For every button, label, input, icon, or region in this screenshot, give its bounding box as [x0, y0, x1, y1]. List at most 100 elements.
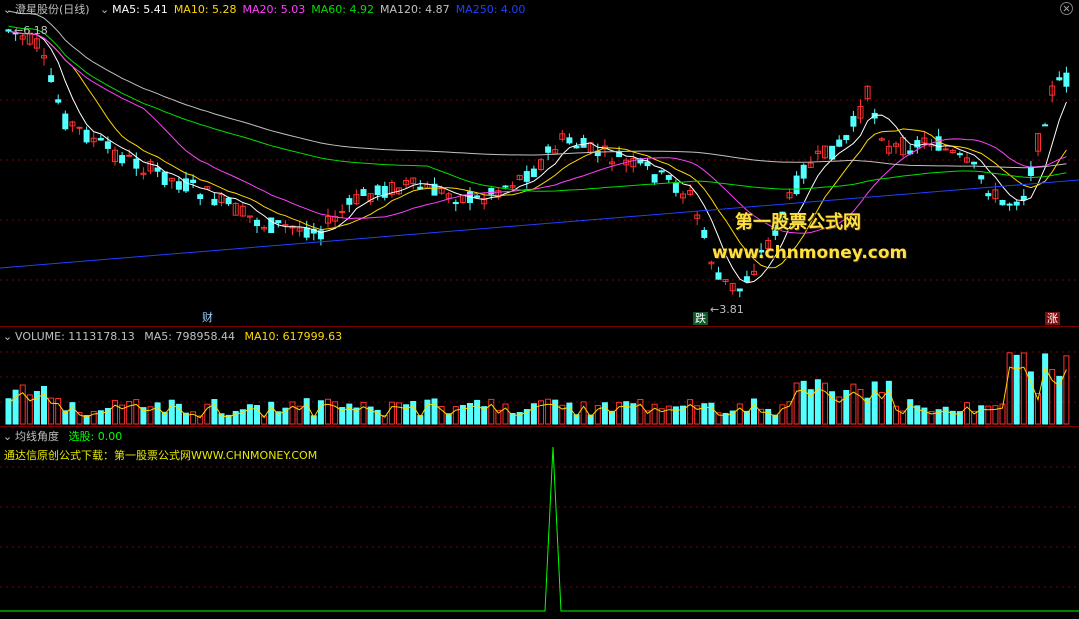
volume-ma10: MA10: 617999.63 [244, 330, 343, 343]
candle [374, 184, 381, 201]
volume-bar [19, 384, 26, 425]
volume-bar [871, 381, 878, 425]
candle [62, 110, 69, 131]
volume-bar [885, 380, 892, 425]
candle [545, 144, 552, 161]
ma250-line [0, 179, 1079, 269]
candle [516, 174, 523, 181]
chevron-down-icon[interactable]: ⌄ [2, 330, 13, 343]
chevron-down-icon[interactable]: ⌄ [2, 3, 13, 16]
volume-bar [616, 401, 623, 425]
candle [83, 126, 90, 144]
volume-bar [388, 401, 395, 425]
candle [701, 227, 708, 240]
limit-up-badge[interactable]: 涨 [1045, 312, 1060, 325]
candle [694, 211, 701, 226]
candle [388, 179, 395, 198]
indicator-legend: ⌄ 均线角度 选股: 0.00 [2, 430, 128, 443]
indicator-panel[interactable]: ⌄ 均线角度 选股: 0.00 通达信原创公式下载：第一股票公式网WWW.CHNM… [0, 427, 1079, 619]
candle [55, 94, 62, 105]
candle [559, 129, 566, 142]
volume-bar [452, 406, 459, 425]
volume-bar [687, 399, 694, 425]
candle [743, 270, 750, 283]
volume-panel[interactable]: ⌄ VOLUME: 1113178.13 MA5: 798958.44 MA10:… [0, 327, 1079, 427]
limit-down-badge[interactable]: 跌 [693, 312, 708, 325]
price-chart-panel[interactable]: ⌄ 澄星股份(日线) ⌄ MA5: 5.41 MA10: 5.28 MA20: 5.03… [0, 0, 1079, 327]
candle [175, 177, 182, 193]
volume-bar [672, 406, 679, 425]
ma-legend-item: MA10: 5.28 [173, 3, 237, 16]
candle [76, 126, 83, 135]
indicator-title: 均线角度 [15, 430, 59, 443]
candle [360, 187, 367, 196]
volume-bar [325, 398, 331, 425]
candle [1006, 202, 1013, 211]
volume-bar [538, 400, 544, 425]
candle [381, 181, 388, 201]
candle [310, 223, 317, 241]
volume-legend: ⌄ VOLUME: 1113178.13 MA5: 798958.44 MA10:… [2, 330, 348, 343]
candle [353, 189, 360, 206]
volume-bar [665, 405, 672, 425]
volume-bar [651, 403, 658, 425]
candle [90, 132, 97, 148]
candle [751, 263, 757, 277]
watermark-title: 第一股票公式网 [735, 212, 861, 233]
volume-bar [552, 399, 559, 425]
volume-bar [1056, 375, 1063, 425]
ma-legend-item: MA5: 5.41 [112, 3, 168, 16]
candle [296, 220, 303, 237]
volume-bar [566, 402, 573, 425]
candle [736, 288, 743, 298]
finance-badge[interactable]: 财 [200, 311, 215, 324]
candle [254, 217, 260, 233]
candle [403, 177, 410, 189]
low-price-label: ←3.81 [710, 303, 744, 316]
candle [971, 161, 978, 169]
volume-bar [346, 403, 353, 425]
volume-bar [580, 401, 587, 425]
volume-bar [502, 403, 509, 425]
volume-bar [907, 399, 914, 425]
candle [999, 199, 1006, 206]
ma-legend-item: MA20: 5.03 [242, 3, 306, 16]
chevron-down-icon[interactable]: ⌄ [99, 3, 110, 16]
volume-bar [69, 402, 76, 425]
candle [119, 151, 126, 167]
volume-bar [850, 383, 857, 425]
candle [33, 34, 40, 52]
candle [495, 188, 502, 200]
volume-bar [424, 399, 431, 425]
volume-bar [857, 388, 864, 425]
candle [829, 145, 836, 160]
ma-legend-values: MA5: 5.41 MA10: 5.28 MA20: 5.03 MA60: 4.92 M… [112, 3, 531, 16]
candle [623, 157, 630, 173]
volume-bar [303, 398, 310, 425]
candle [1049, 80, 1056, 103]
ma-legend-item: MA250: 4.00 [455, 3, 526, 16]
candle [452, 199, 459, 212]
volume-bar [800, 380, 807, 425]
close-icon[interactable] [1060, 2, 1073, 15]
watermark-url: www.chnmoney.com [712, 243, 908, 263]
candle [41, 48, 47, 66]
volume-bar [701, 403, 708, 425]
volume-bar [140, 407, 147, 425]
volume-bar [751, 398, 757, 425]
volume-bar [289, 401, 296, 425]
chevron-down-icon[interactable]: ⌄ [2, 430, 13, 443]
ma-line [8, 10, 1067, 169]
volume-bar [814, 379, 821, 425]
candle [1020, 189, 1027, 206]
candle [878, 136, 885, 142]
download-note: 通达信原创公式下载：第一股票公式网WWW.CHNMONEY.COM [4, 449, 318, 462]
candle [140, 167, 147, 180]
candle [523, 165, 530, 189]
candle [1042, 122, 1049, 127]
volume-bar [1013, 354, 1020, 425]
volume-bar [459, 404, 466, 425]
volume-bar [474, 399, 481, 425]
ma-line [8, 30, 1067, 234]
volume-bar [985, 405, 992, 425]
